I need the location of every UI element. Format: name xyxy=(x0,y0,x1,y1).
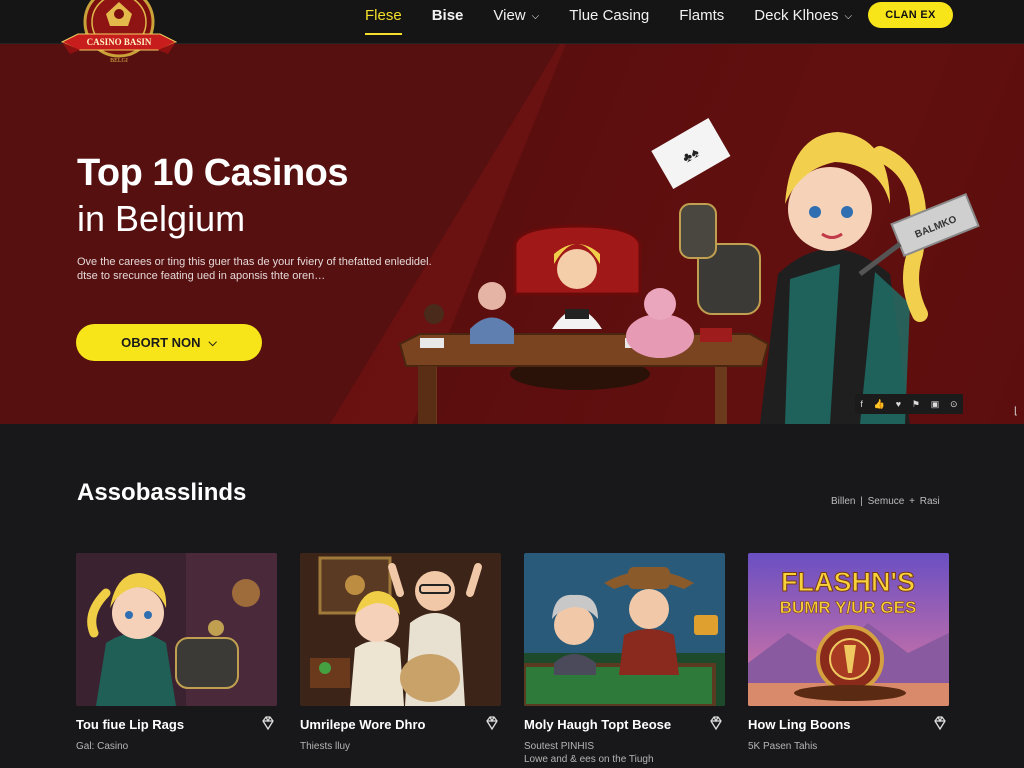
hero-banner: Top 10 Casinos in Belgium Ove the carees… xyxy=(0,44,1024,424)
section-link-billen[interactable]: Billen xyxy=(831,496,855,507)
nav-item-bise[interactable]: Bise xyxy=(432,0,464,44)
game-card-image[interactable] xyxy=(76,553,277,706)
nav-item-flese[interactable]: Flese xyxy=(365,0,402,44)
diamond-icon[interactable] xyxy=(708,715,724,731)
image-icon[interactable]: ▣ xyxy=(931,399,940,410)
game-card[interactable]: FLASHN'S BUMR Y/UR GES How Ling Boons 5K… xyxy=(748,553,949,752)
svg-text:BUMR Y/UR GES: BUMR Y/UR GES xyxy=(780,598,917,617)
hero-subtitle: in Belgium xyxy=(77,198,246,239)
svg-text:FLASHN'S: FLASHN'S xyxy=(781,567,915,597)
nav-item-deck-klhoes-label: Deck Klhoes xyxy=(754,7,839,24)
facebook-icon[interactable]: f xyxy=(860,399,863,409)
hero-cta-button[interactable]: OBORT NON ⌵ xyxy=(76,324,262,361)
game-card-subtitle-line: Lowe and & ees on the Tiugh xyxy=(524,754,654,765)
game-card-title: How Ling Boons xyxy=(748,717,851,732)
section-links: Billen | Semuce + Rasi xyxy=(831,496,940,507)
casino-logo[interactable]: CASINO BASIN BELGI xyxy=(60,0,178,74)
nav-item-flamts[interactable]: Flamts xyxy=(679,0,724,44)
svg-text:BELGI: BELGI xyxy=(110,58,128,64)
game-card[interactable]: Moly Haugh Topt Beose Soutest PINHIS Low… xyxy=(524,553,725,765)
bookmark-icon[interactable]: ⚑ xyxy=(912,399,920,410)
chevron-down-icon: ⌵ xyxy=(208,337,217,349)
game-card[interactable]: Tou fiue Lip Rags Gal: Casino xyxy=(76,553,277,752)
nav-item-view-label: View xyxy=(493,7,526,24)
hero-title: Top 10 Casinos xyxy=(77,152,349,194)
game-card-subtitle: 5K Pasen Tahis xyxy=(748,741,818,752)
game-card[interactable]: Umrilepe Wore Dhro Thiests lluy xyxy=(300,553,501,752)
section-title: Assobasslinds xyxy=(77,479,247,506)
nav-item-tlue-casing[interactable]: Tlue Casing xyxy=(569,0,649,44)
nav-item-deck-klhoes[interactable]: Deck Klhoes ⌵ xyxy=(754,0,852,44)
share-icon[interactable]: ⊙ xyxy=(950,399,958,410)
game-card-subtitle: Thiests lluy xyxy=(300,741,351,752)
diamond-icon[interactable] xyxy=(932,715,948,731)
diamond-icon[interactable] xyxy=(484,715,500,731)
game-card-subtitle: Gal: Casino xyxy=(76,741,129,752)
nav-item-view[interactable]: View ⌵ xyxy=(493,0,539,44)
section-link-semuce[interactable]: Semuce + Rasi xyxy=(868,496,940,507)
chevron-down-icon: ⌵ xyxy=(844,11,853,22)
chevron-down-icon: ⌵ xyxy=(531,11,540,22)
game-card-title: Moly Haugh Topt Beose xyxy=(524,717,672,732)
game-card-subtitle: Soutest PINHIS Lowe and & ees on the Tiu… xyxy=(524,740,654,766)
hero-share-icons: f 👍 ♥ ⚑ ▣ ⊙ xyxy=(855,394,963,414)
game-card-subtitle-line: Soutest PINHIS xyxy=(524,741,595,752)
hero-cta-label: OBORT NON xyxy=(121,335,201,350)
main-menu: Flese Bise View ⌵ Tlue Casing Flamts Deck… xyxy=(365,0,882,44)
top-navigation-bar: CASINO BASIN BELGI Flese Bise View ⌵ Tlue… xyxy=(0,0,1024,64)
game-card-title: Umrilepe Wore Dhro xyxy=(300,717,426,732)
like-icon[interactable]: 👍 xyxy=(874,399,885,410)
corner-expand-icon[interactable]: ⌊ xyxy=(1014,406,1018,417)
game-card-title: Tou fiue Lip Rags xyxy=(76,717,185,732)
nav-cta-button[interactable]: CLAN EX xyxy=(868,2,953,28)
game-card-image[interactable] xyxy=(524,553,725,706)
section-divider: | xyxy=(860,496,863,507)
diamond-icon[interactable] xyxy=(260,715,276,731)
svg-text:CASINO BASIN: CASINO BASIN xyxy=(87,37,152,47)
hero-illustration: ♣♠ BALMKO xyxy=(398,117,980,424)
game-card-image[interactable] xyxy=(300,553,501,706)
heart-icon[interactable]: ♥ xyxy=(896,399,901,409)
game-card-image[interactable]: FLASHN'S BUMR Y/UR GES xyxy=(748,553,949,706)
